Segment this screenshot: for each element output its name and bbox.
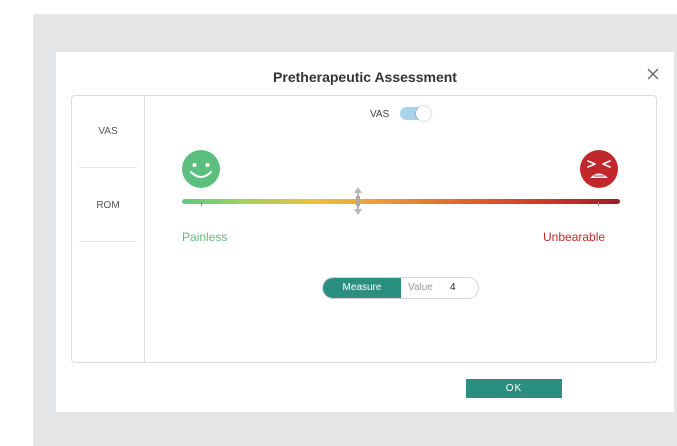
slider-tick [201,202,202,206]
vas-slider-track[interactable] [182,199,620,204]
dialog-title: Pretherapeutic Assessment [273,69,457,85]
measure-button[interactable]: Measure [323,278,401,298]
close-button[interactable] [643,64,663,84]
painless-label: Painless [182,230,228,244]
nav-divider [79,241,137,242]
sidebar-item-rom[interactable]: ROM [72,200,144,211]
angry-face-icon [580,150,618,188]
slider-tick [598,202,599,206]
value-readout: 4 [450,282,456,293]
vas-slider-thumb[interactable] [354,187,362,215]
vas-content: VAS Painless Unbearable Measure Value 4 [145,96,656,362]
happy-face-icon [182,150,220,188]
ok-button[interactable]: OK [466,379,562,398]
side-nav: VAS ROM [72,96,145,362]
assessment-panel: VAS ROM VAS Painless Unbearable Measure … [71,95,657,363]
close-icon [647,68,659,80]
value-label: Value [408,282,433,293]
sidebar-item-vas[interactable]: VAS [72,126,144,137]
nav-divider [79,167,137,168]
toggle-knob [416,106,431,121]
unbearable-label: Unbearable [543,230,606,244]
vas-toggle[interactable] [400,106,431,121]
measure-group: Measure Value 4 [322,277,479,299]
vas-toggle-label: VAS [370,109,390,120]
assessment-dialog: Pretherapeutic Assessment VAS ROM VAS Pa… [56,52,674,412]
